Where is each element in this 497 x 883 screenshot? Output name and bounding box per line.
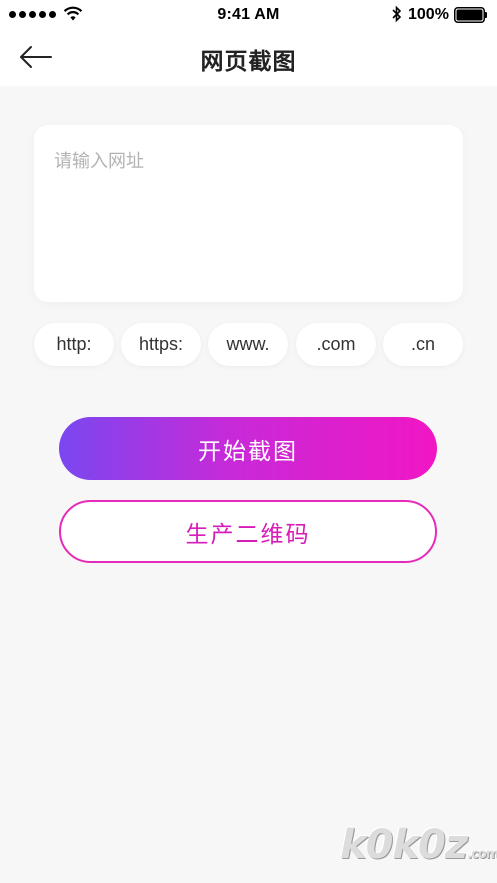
page-title: 网页截图 <box>200 49 297 75</box>
watermark-logo: k0k0z.com <box>340 822 497 877</box>
generate-qr-button[interactable]: 生产二维码 <box>59 500 437 563</box>
chip-http[interactable]: http: <box>34 323 114 366</box>
battery-percent: 100% <box>408 6 449 23</box>
url-suggestion-chips: http: https: www. .com .cn <box>34 323 464 366</box>
chip-cn[interactable]: .cn <box>383 323 463 366</box>
url-input-card <box>34 125 463 302</box>
nav-bar: 网页截图 <box>0 30 497 86</box>
bluetooth-icon <box>392 5 402 23</box>
status-bar: 9:41 AM 100% <box>0 0 497 30</box>
url-input[interactable] <box>34 125 463 302</box>
start-screenshot-button[interactable]: 开始截图 <box>59 417 437 480</box>
battery-icon <box>454 7 487 23</box>
chip-com[interactable]: .com <box>296 323 376 366</box>
chip-https[interactable]: https: <box>121 323 201 366</box>
chip-www[interactable]: www. <box>208 323 288 366</box>
watermark-text: k0k0z <box>340 822 468 868</box>
watermark-suffix: .com <box>467 847 497 862</box>
